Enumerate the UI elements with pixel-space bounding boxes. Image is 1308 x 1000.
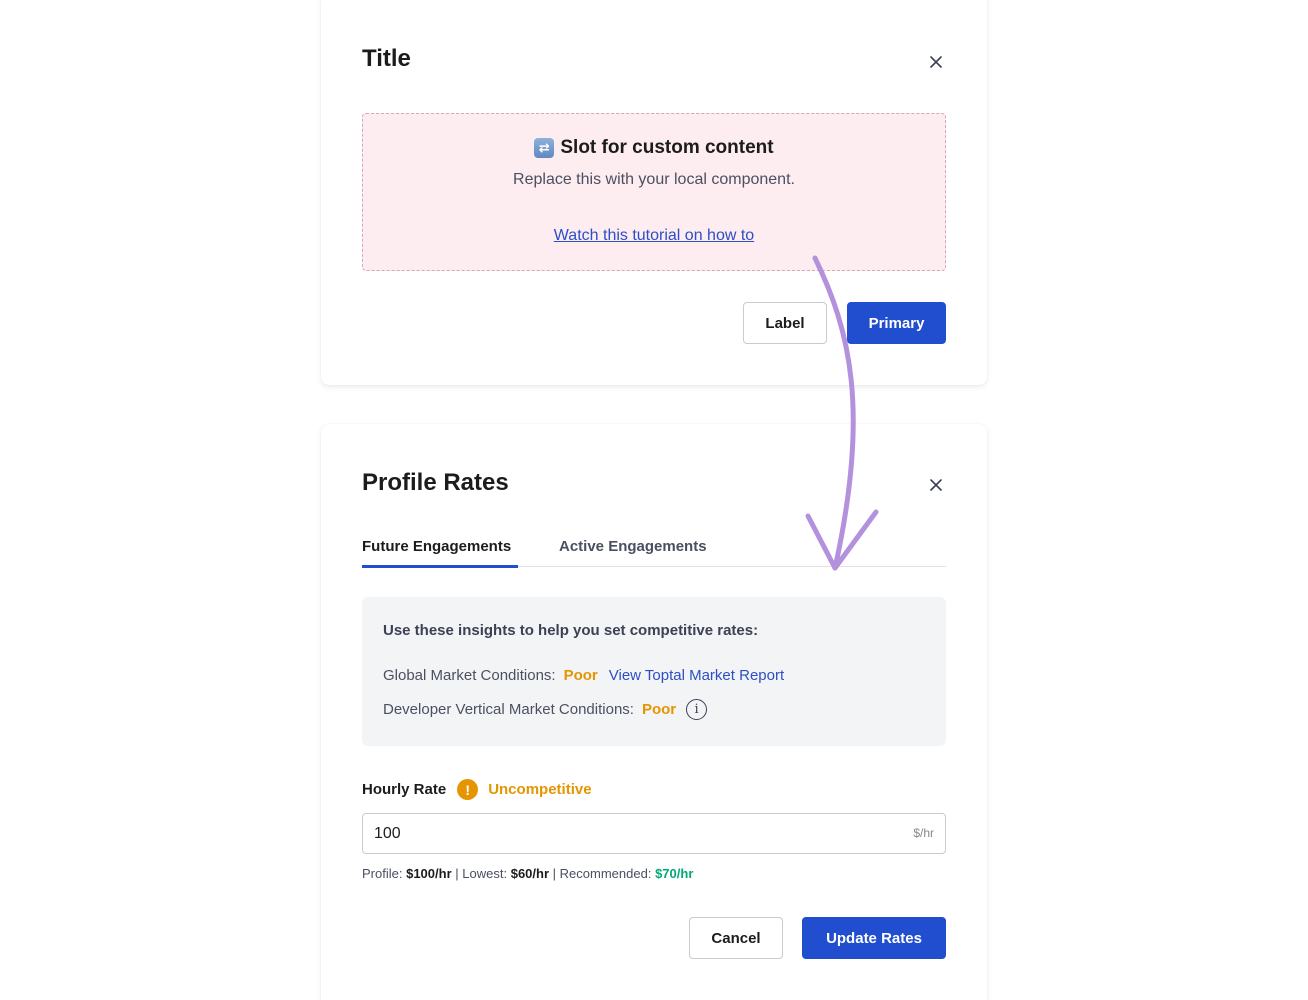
hourly-rate-input[interactable] — [363, 814, 883, 853]
slot-subtext: Replace this with your local component. — [513, 171, 795, 188]
profile-rate-label: Profile: — [362, 866, 403, 881]
modal-title: Profile Rates — [362, 469, 509, 496]
modal-title: Title — [362, 45, 411, 72]
developer-market-label: Developer Vertical Market Conditions: — [383, 701, 634, 718]
developer-market-status: Poor — [641, 701, 677, 718]
market-report-link[interactable]: View Toptal Market Report — [609, 667, 784, 684]
profile-rate-value: $100/hr — [406, 866, 452, 881]
profile-rates-modal: Profile Rates Future Engagements Active … — [321, 424, 987, 1000]
developer-market-row: Developer Vertical Market Conditions: Po… — [383, 699, 708, 720]
rate-unit: $/hr — [913, 826, 934, 840]
primary-button[interactable]: Primary — [847, 302, 946, 344]
tab-active-engagements[interactable]: Active Engagements — [559, 538, 707, 567]
lowest-rate-label: Lowest: — [462, 866, 508, 881]
recommended-rate-value: $70/hr — [655, 866, 694, 881]
warning-icon: ! — [457, 779, 479, 800]
hourly-rate-label: Hourly Rate — [362, 781, 447, 798]
update-rates-button[interactable]: Update Rates — [802, 917, 946, 959]
swap-icon: ⇄ — [534, 138, 555, 158]
info-icon[interactable]: i — [686, 699, 708, 720]
separator: | — [552, 866, 557, 881]
global-market-status: Poor — [563, 667, 598, 684]
engagement-tabs: Future Engagements Active Engagements — [362, 528, 946, 568]
close-icon[interactable] — [926, 475, 946, 495]
lowest-rate-value: $60/hr — [510, 866, 550, 881]
rate-summary: Profile: $100/hr | Lowest: $60/hr | Reco… — [362, 866, 693, 881]
close-icon[interactable] — [926, 52, 946, 72]
market-insights-panel: Use these insights to help you set compe… — [362, 597, 946, 746]
label-button[interactable]: Label — [743, 302, 827, 344]
rate-status: Uncompetitive — [488, 781, 592, 798]
cancel-button[interactable]: Cancel — [689, 917, 783, 959]
recommended-rate-label: Recommended: — [559, 866, 652, 881]
hourly-rate-field[interactable]: $/hr — [362, 813, 946, 854]
separator: | — [455, 866, 459, 881]
global-market-label: Global Market Conditions: — [383, 667, 556, 684]
tab-future-engagements[interactable]: Future Engagements — [362, 538, 518, 568]
tutorial-link[interactable]: Watch this tutorial on how to — [363, 227, 945, 245]
custom-content-modal: Title ⇄ Slot for custom content Replace … — [321, 0, 987, 385]
global-market-row: Global Market Conditions: Poor View Topt… — [383, 667, 784, 684]
hourly-rate-label-row: Hourly Rate ! Uncompetitive — [362, 779, 592, 800]
slot-heading: Slot for custom content — [560, 137, 774, 158]
insights-heading: Use these insights to help you set compe… — [383, 622, 759, 639]
custom-content-slot: ⇄ Slot for custom content Replace this w… — [362, 113, 946, 271]
